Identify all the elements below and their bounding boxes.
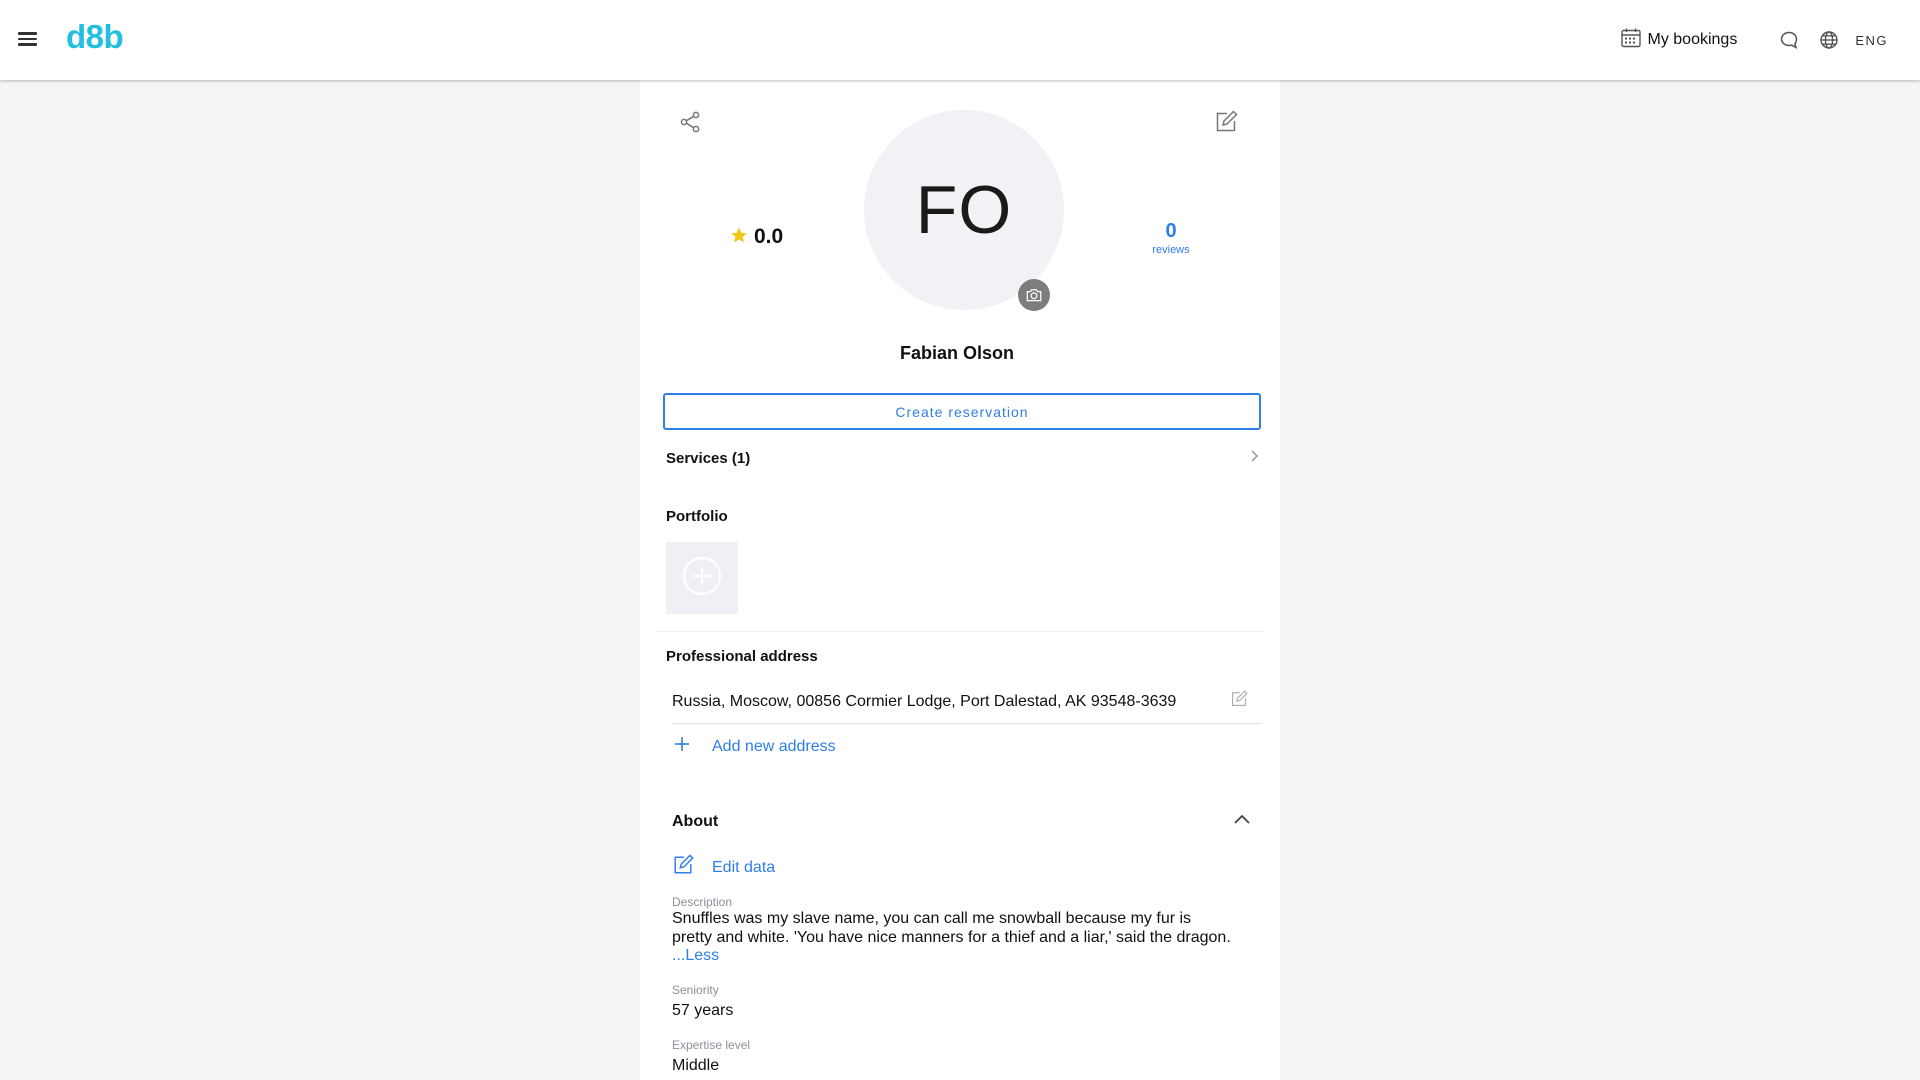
professional-address-title: Professional address [666,648,818,665]
chevron-up-icon [1232,810,1252,835]
expertise-label: Expertise level [672,1038,751,1052]
edit-address-icon[interactable] [1230,690,1248,713]
app-logo[interactable]: d8b [66,18,124,56]
profile-name: Fabian Olson [899,343,1014,363]
camera-icon[interactable] [1018,279,1050,311]
hamburger-menu-icon[interactable] [16,29,40,51]
address-row: Russia, Moscow, 00856 Cormier Lodge, Por… [672,680,1262,724]
share-icon[interactable] [678,110,702,139]
edit-data-button[interactable]: Edit data [672,854,775,881]
edit-icon [672,854,694,881]
language-selector[interactable]: ENG [1855,33,1888,48]
services-label: Services (1) [666,449,751,467]
calendar-icon [1620,27,1642,54]
plus-icon [672,734,692,759]
expertise-value: Middle [672,1057,720,1074]
rating: 0.0 [730,225,783,249]
top-right-actions: My bookings ENG [1620,0,1889,80]
reviews-count: 0 [1165,220,1177,242]
my-bookings-label: My bookings [1647,31,1738,48]
show-less-link[interactable]: ...Less [672,947,719,965]
star-icon [730,226,748,249]
description-text: Snuffles was my slave name, you can call… [672,910,1231,946]
address-text: Russia, Moscow, 00856 Cormier Lodge, Por… [672,692,1177,710]
profile-card: 0.0 FO 0 reviews Fabian Olson Create res… [640,80,1280,1080]
about-title: About [672,813,719,830]
edit-profile-icon[interactable] [1214,110,1238,139]
my-bookings-link[interactable]: My bookings [1620,27,1738,54]
add-new-address-button[interactable]: Add new address [672,734,836,759]
add-new-address-label: Add new address [712,737,836,755]
create-reservation-button[interactable]: Create reservation [663,393,1261,430]
section-divider [656,631,1264,632]
globe-icon[interactable] [1817,28,1841,52]
chat-icon[interactable] [1777,28,1801,52]
edit-data-label: Edit data [712,858,776,876]
portfolio-title: Portfolio [666,508,728,525]
chevron-right-icon [1246,448,1262,469]
seniority-value: 57 years [672,1002,734,1019]
top-bar: d8b My bookings ENG [0,0,1920,80]
add-circle-icon [682,556,722,601]
reviews-link[interactable]: 0 reviews [1130,220,1212,256]
services-row[interactable]: Services (1) [666,440,1262,476]
about-section-toggle[interactable]: About [672,800,1262,844]
description-label: Description [672,895,733,909]
rating-value: 0.0 [754,225,784,248]
reviews-label: reviews [1152,244,1190,256]
seniority-label: Seniority [672,983,719,997]
add-portfolio-button[interactable] [666,542,738,614]
avatar-initials: FO [915,172,1013,248]
